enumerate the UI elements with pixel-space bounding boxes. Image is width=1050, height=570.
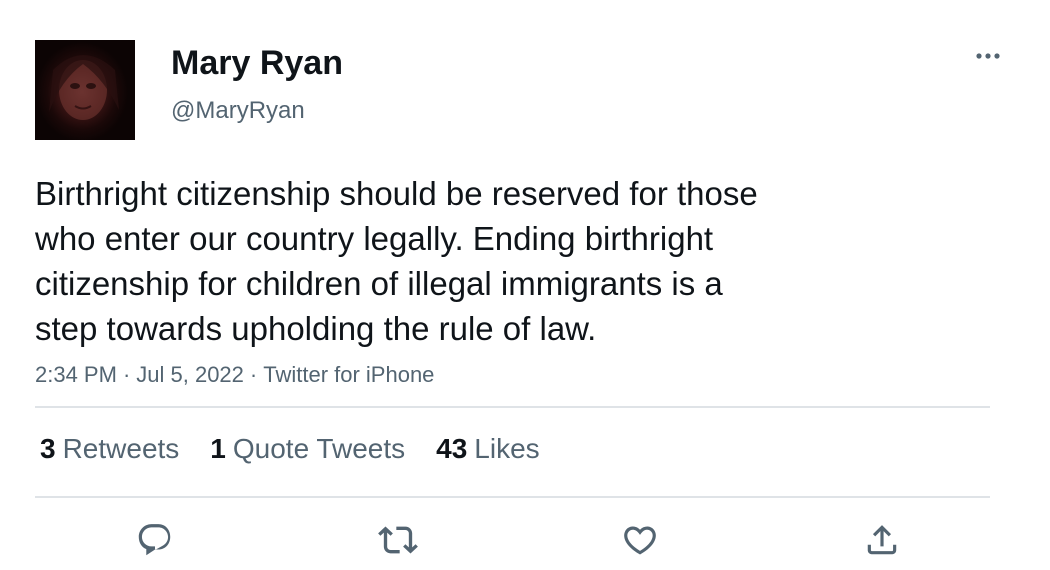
divider: [35, 496, 990, 498]
reply-button[interactable]: [135, 520, 175, 560]
share-button[interactable]: [862, 520, 902, 560]
retweets-label: Retweets: [62, 433, 180, 464]
meta-separator: ·: [249, 362, 258, 387]
share-icon: [867, 525, 897, 555]
tweet-source[interactable]: Twitter for iPhone: [263, 362, 434, 387]
reply-icon: [138, 524, 171, 556]
quote-tweets-stat[interactable]: 1 Quote Tweets: [210, 431, 405, 467]
likes-label: Likes: [474, 433, 540, 464]
more-horizontal-icon: [976, 53, 1000, 59]
tweet-metadata: 2:34 PM · Jul 5, 2022 · Twitter for iPhone: [35, 361, 434, 389]
tweet-date[interactable]: Jul 5, 2022: [136, 362, 244, 387]
heart-icon: [624, 526, 656, 555]
retweets-stat[interactable]: 3 Retweets: [40, 431, 179, 467]
retweets-count: 3: [40, 433, 56, 464]
author-handle[interactable]: @MaryRyan: [171, 96, 305, 126]
retweet-button[interactable]: [378, 520, 418, 560]
divider: [35, 406, 990, 408]
meta-separator: ·: [122, 362, 131, 387]
tweet-time[interactable]: 2:34 PM: [35, 362, 117, 387]
avatar[interactable]: [35, 40, 135, 140]
tweet-text: Birthright citizenship should be reserve…: [35, 175, 758, 347]
like-button[interactable]: [620, 520, 660, 560]
avatar-photo: [49, 55, 119, 120]
retweet-icon: [378, 526, 418, 554]
tweet-stats: 3 Retweets 1 Quote Tweets 43 Likes: [40, 431, 571, 467]
more-options-button[interactable]: [968, 43, 1008, 69]
quote-tweets-count: 1: [210, 433, 226, 464]
likes-count: 43: [436, 433, 468, 464]
quote-tweets-label: Quote Tweets: [232, 433, 406, 464]
likes-stat[interactable]: 43 Likes: [436, 431, 540, 467]
author-display-name[interactable]: Mary Ryan: [171, 41, 343, 85]
tweet-card: Mary Ryan @MaryRyan Birthright citizensh…: [0, 0, 1050, 570]
